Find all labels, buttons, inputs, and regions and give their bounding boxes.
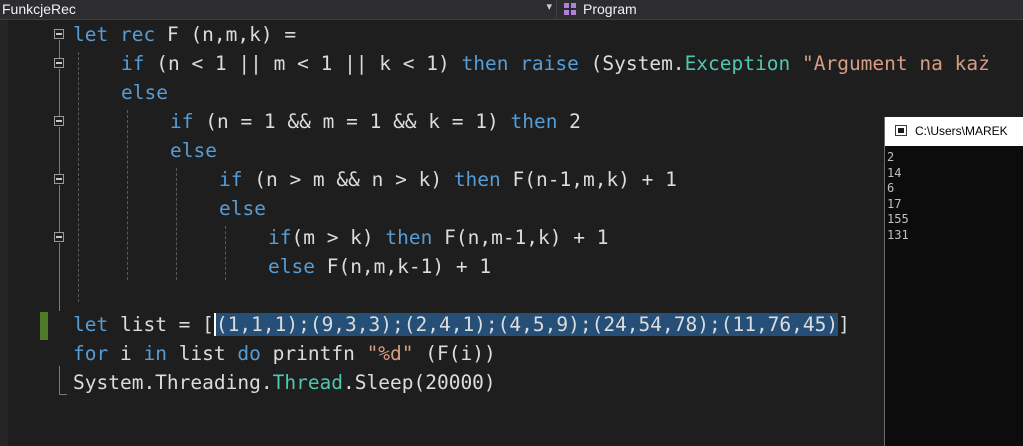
- code-text: printfn: [260, 342, 367, 365]
- collapse-icon[interactable]: [54, 174, 64, 184]
- selected-text[interactable]: (1,1,1);(9,3,3);(2,4,1);(4,5,9);(24,54,7…: [213, 313, 839, 336]
- code-text: F(n-1,m,k) + 1: [500, 168, 677, 191]
- code-line-2: if (n < 1 || m < 1 || k < 1) then raise …: [121, 49, 990, 78]
- type-dropdown[interactable]: Program: [560, 0, 1023, 19]
- keyword: let: [73, 313, 109, 336]
- code-line-4: if (n = 1 && m = 1 && k = 1) then 2: [170, 107, 581, 136]
- code-text: list = [: [108, 313, 214, 336]
- outline-line: [59, 243, 60, 311]
- console-title-bar[interactable]: C:\Users\MAREK: [885, 117, 1023, 146]
- code-line-5: else: [170, 136, 217, 165]
- indent-guide: [225, 226, 226, 280]
- console-window[interactable]: C:\Users\MAREK 2 14 6 17 155 131: [884, 117, 1023, 446]
- code-line-9: else F(n,m,k-1) + 1: [268, 252, 491, 281]
- keyword: else: [268, 255, 315, 278]
- keyword: then: [461, 52, 509, 75]
- type-name: Thread: [272, 371, 344, 394]
- collapse-icon[interactable]: [54, 29, 64, 39]
- outline-end: [59, 394, 67, 395]
- keyword: else: [170, 139, 217, 162]
- code-text: (m > k): [291, 226, 386, 249]
- indent-guide: [127, 110, 128, 280]
- console-line: 131: [887, 227, 909, 242]
- chevron-down-icon[interactable]: ▾: [546, 0, 552, 13]
- keyword: in: [143, 342, 167, 365]
- keyword: for: [73, 342, 109, 365]
- code-text: System.Threading.: [73, 371, 273, 394]
- code-text: 2: [557, 110, 581, 133]
- code-text: (F(i)): [413, 342, 496, 365]
- code-text: (n > m && n > k): [242, 168, 454, 191]
- code-line-11: let list = [(1,1,1);(9,3,3);(2,4,1);(4,5…: [73, 310, 850, 339]
- code-text: (System.: [578, 52, 685, 75]
- code-text: F(n,m-1,k) + 1: [432, 226, 609, 249]
- code-text: list: [166, 342, 238, 365]
- console-line: 6: [887, 181, 895, 195]
- code-line-6: if (n > m && n > k) then F(n-1,m,k) + 1: [219, 165, 677, 194]
- keyword: if: [170, 110, 194, 133]
- code-text: F (n,m,k) =: [155, 23, 297, 46]
- keyword: else: [121, 81, 168, 104]
- type-name: Exception: [684, 52, 791, 75]
- keyword: if: [121, 52, 145, 75]
- navigation-bar: FunkcjeRec ▾ Program: [0, 0, 1023, 20]
- indent-guide: [78, 52, 79, 302]
- keyword: then: [453, 168, 501, 191]
- code-line-3: else: [121, 78, 168, 107]
- keyword: let: [73, 23, 109, 46]
- code-text: ]: [838, 313, 850, 336]
- console-icon: [895, 125, 907, 136]
- project-dropdown-label: FunkcjeRec: [2, 1, 76, 17]
- keyword: then: [510, 110, 558, 133]
- console-line: 14: [887, 165, 902, 180]
- outline-line: [59, 40, 60, 58]
- code-line-12: for i in list do printfn "%d" (F(i)): [73, 339, 496, 368]
- class-icon: [564, 3, 576, 15]
- console-title: C:\Users\MAREK: [915, 124, 1008, 138]
- console-output: 2 14 6 17 155 131: [887, 150, 909, 243]
- keyword: do: [237, 342, 261, 365]
- code-line-13: System.Threading.Thread.Sleep(20000): [73, 368, 496, 397]
- code-text: F(n,m,k-1) + 1: [314, 255, 492, 278]
- outline-line: [59, 127, 60, 174]
- code-text: (n = 1 && m = 1 && k = 1): [193, 110, 511, 133]
- code-line-7: else: [219, 194, 266, 223]
- collapse-icon[interactable]: [54, 116, 64, 126]
- collapse-icon[interactable]: [54, 232, 64, 242]
- console-line: 17: [887, 196, 902, 211]
- code-text: (n < 1 || m < 1 || k < 1): [144, 52, 462, 75]
- outline-line: [59, 185, 60, 232]
- project-dropdown[interactable]: FunkcjeRec ▾: [0, 0, 557, 19]
- keyword: else: [219, 197, 266, 220]
- code-text: .Sleep(20000): [343, 371, 496, 394]
- keyword: if: [268, 226, 292, 249]
- console-line: 2: [887, 150, 895, 164]
- collapse-icon[interactable]: [54, 58, 64, 68]
- keyword: raise: [520, 52, 579, 75]
- keyword: rec: [119, 23, 156, 46]
- type-dropdown-label: Program: [583, 1, 637, 17]
- keyword: then: [385, 226, 433, 249]
- code-line-1: let rec F (n,m,k) =: [73, 20, 296, 49]
- console-line: 155: [887, 212, 909, 226]
- change-marker: [40, 312, 48, 340]
- keyword: if: [219, 168, 243, 191]
- indent-guide: [176, 168, 177, 280]
- outline-line: [59, 366, 60, 395]
- string-literal: "Argument na każ: [801, 52, 990, 75]
- code-text: i: [108, 342, 144, 365]
- editor-margin: [0, 20, 8, 446]
- code-line-8: if(m > k) then F(n,m-1,k) + 1: [268, 223, 608, 252]
- string-literal: "%d": [366, 342, 414, 365]
- outline-line: [59, 69, 60, 116]
